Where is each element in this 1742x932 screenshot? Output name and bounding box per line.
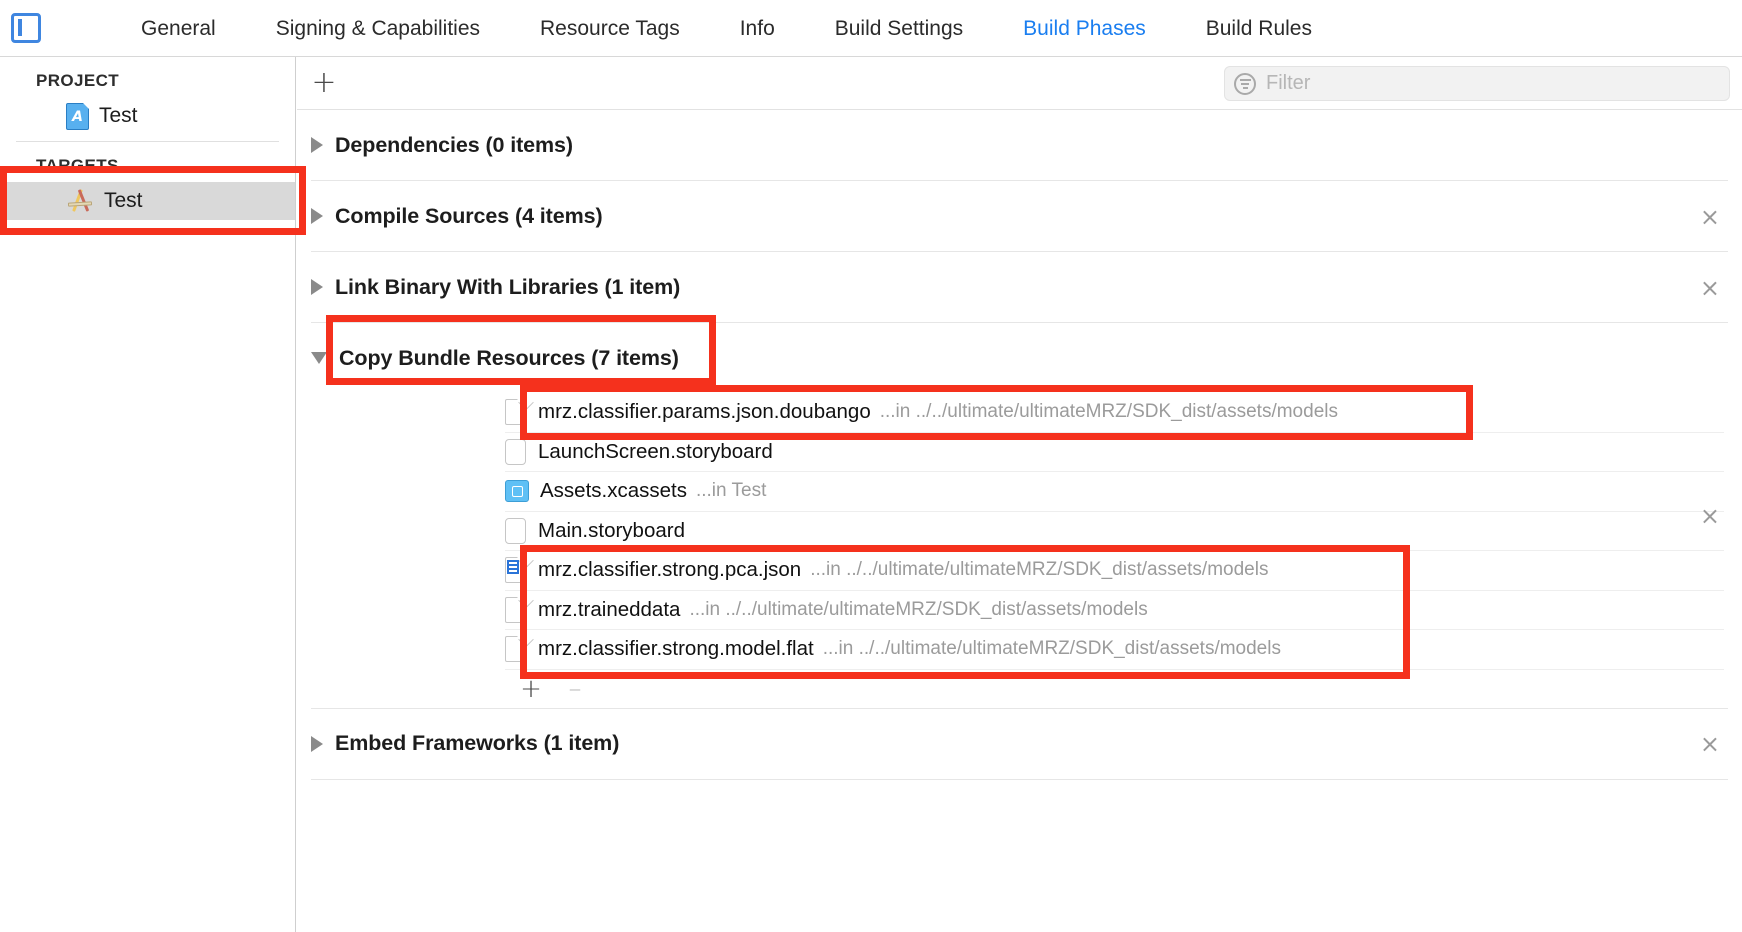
build-phase-link-binary-with-libraries: Link Binary With Libraries (1 item) × [297,252,1742,323]
build-phase-header[interactable]: Link Binary With Libraries (1 item) × [297,252,1742,322]
sidebar-group-targets: TARGETS [36,156,119,175]
remove-phase-icon[interactable]: × [1700,732,1720,756]
tab-info[interactable]: Info [740,0,775,57]
file-name: mrz.traineddata [538,597,681,621]
copy-bundle-resources-file-list: mrz.classifier.params.json.doubango ...i… [297,393,1742,670]
build-phase-title: Compile Sources (4 items) [335,203,603,228]
build-phase-dependencies: Dependencies (0 items) [297,110,1742,181]
sidebar-toggle-icon[interactable] [11,13,41,43]
json-document-icon [505,557,526,584]
filter-icon [1234,72,1256,95]
document-icon [505,399,526,426]
file-name: Assets.xcassets [540,479,687,503]
file-name: mrz.classifier.strong.pca.json [538,558,802,582]
build-phase-list: Dependencies (0 items) Compile Sources (… [297,110,1742,780]
file-path: ...in ../../ultimate/ultimateMRZ/SDK_dis… [810,559,1269,581]
xcode-target-icon [66,188,94,214]
tab-signing-capabilities[interactable]: Signing & Capabilities [276,0,480,57]
file-row[interactable]: mrz.traineddata ...in ../../ultimate/ult… [505,591,1724,630]
filter-input[interactable]: Filter [1224,66,1730,101]
remove-phase-icon[interactable]: × [1700,276,1720,300]
file-row[interactable]: LaunchScreen.storyboard [505,433,1724,472]
tab-resource-tags[interactable]: Resource Tags [540,0,680,57]
tab-build-rules[interactable]: Build Rules [1206,0,1312,57]
build-phases-toolbar: + Filter [297,57,1742,110]
build-phase-embed-frameworks: Embed Frameworks (1 item) × [297,709,1742,780]
build-phase-header[interactable]: Copy Bundle Resources (7 items) × [297,323,1742,528]
file-row[interactable]: mrz.classifier.strong.pca.json ...in ../… [505,551,1724,591]
assets-catalog-icon [505,480,529,503]
project-navigator-sidebar: PROJECT A Test TARGETS Test [0,57,296,932]
tab-general[interactable]: General [141,0,216,57]
file-path: ...in ../../ultimate/ultimateMRZ/SDK_dis… [689,598,1148,620]
sidebar-item-target-test[interactable]: Test [0,182,295,220]
file-list-footer: + – [297,670,1742,708]
disclosure-triangle-right-icon[interactable] [311,208,323,224]
add-file-button[interactable]: + [516,676,546,702]
sidebar-toggle-bar [18,19,22,36]
remove-phase-icon[interactable]: × [1700,205,1720,229]
build-phase-title: Dependencies (0 items) [335,132,573,157]
sidebar-group-project: PROJECT [36,71,120,90]
phase-divider [311,778,1728,780]
tab-build-phases[interactable]: Build Phases [1023,0,1146,57]
disclosure-triangle-right-icon[interactable] [311,137,323,153]
disclosure-triangle-right-icon[interactable] [311,735,323,752]
filter-placeholder: Filter [1266,72,1311,94]
file-row[interactable]: mrz.classifier.strong.model.flat ...in .… [505,630,1724,670]
build-phase-title: Copy Bundle Resources (7 items) [339,345,679,370]
file-name: LaunchScreen.storyboard [538,439,773,463]
blank-document-icon [505,517,526,544]
editor-tab-bar: General Signing & Capabilities Resource … [0,0,1742,57]
blank-document-icon [505,438,526,465]
file-path: ...in ../../ultimate/ultimateMRZ/SDK_dis… [822,638,1281,660]
build-phase-compile-sources: Compile Sources (4 items) × [297,181,1742,252]
disclosure-triangle-down-icon[interactable] [311,352,327,364]
file-name: Main.storyboard [538,518,685,542]
file-name: mrz.classifier.params.json.doubango [538,400,871,424]
sidebar-item-project-test[interactable]: A Test [0,97,295,135]
xcode-project-icon: A [66,102,90,130]
file-row[interactable]: mrz.classifier.params.json.doubango ...i… [505,393,1724,433]
tab-build-settings[interactable]: Build Settings [835,0,963,57]
build-phase-header[interactable]: Embed Frameworks (1 item) × [297,709,1742,779]
tab-list: General Signing & Capabilities Resource … [141,0,1372,57]
build-phase-copy-bundle-resources: Copy Bundle Resources (7 items) × mrz.cl… [297,323,1742,709]
file-row[interactable]: Main.storyboard [505,512,1724,551]
file-path: ...in Test [695,480,767,502]
xcode-build-phases-window: General Signing & Capabilities Resource … [0,0,1742,932]
disclosure-triangle-right-icon[interactable] [311,279,323,295]
sidebar-item-target-label: Test [104,189,143,212]
sidebar-item-project-label: Test [99,104,138,127]
build-phase-title: Link Binary With Libraries (1 item) [335,274,681,299]
build-phase-header[interactable]: Dependencies (0 items) [297,110,1742,180]
file-path: ...in ../../ultimate/ultimateMRZ/SDK_dis… [879,401,1338,423]
add-build-phase-button[interactable]: + [311,68,337,98]
build-phases-editor: + Filter Dependencies (0 items) Compile … [297,57,1742,932]
file-name: mrz.classifier.strong.model.flat [538,637,814,661]
build-phase-title: Embed Frameworks (1 item) [335,731,620,755]
document-icon [505,596,526,623]
document-icon [505,636,526,663]
file-row[interactable]: Assets.xcassets ...in Test [505,472,1724,512]
remove-file-button[interactable]: – [560,676,590,702]
remove-phase-icon[interactable]: × [1700,504,1720,528]
build-phase-header[interactable]: Compile Sources (4 items) × [297,181,1742,251]
